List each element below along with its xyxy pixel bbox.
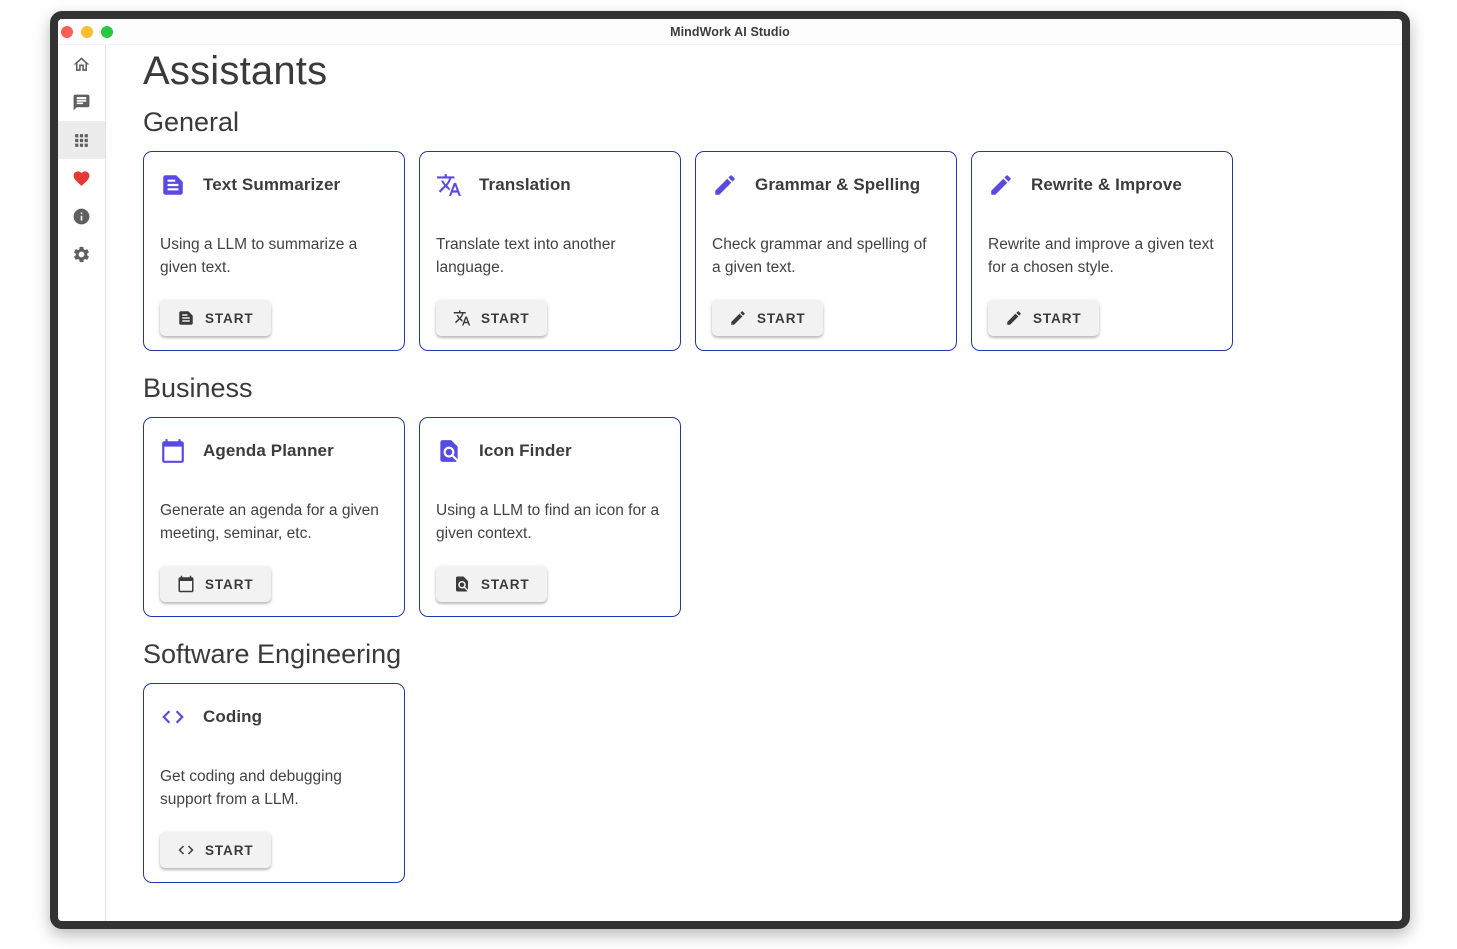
zoom-button[interactable] <box>101 26 113 38</box>
sidebar-item-about[interactable] <box>58 197 105 235</box>
section-general: General Text Summarizer Using a LLM to sum… <box>143 105 1382 351</box>
card-header: Translation <box>436 172 664 198</box>
find-in-page-icon <box>453 575 471 593</box>
start-button-label: START <box>757 311 806 326</box>
start-button-label: START <box>205 577 254 592</box>
start-rewrite-improve-button[interactable]: START <box>988 300 1099 336</box>
edit-icon <box>988 172 1014 198</box>
edit-icon <box>712 172 738 198</box>
apps-icon <box>72 131 91 150</box>
start-text-summarizer-button[interactable]: START <box>160 300 271 336</box>
info-icon <box>72 207 91 226</box>
card-header: Grammar & Spelling <box>712 172 940 198</box>
card-description: Using a LLM to find an icon for a given … <box>436 499 664 545</box>
start-button-label: START <box>205 843 254 858</box>
translate-icon <box>436 172 462 198</box>
text-snippet-icon <box>177 309 195 327</box>
card-header: Icon Finder <box>436 438 664 464</box>
card-agenda-planner: Agenda Planner Generate an agenda for a g… <box>143 417 405 617</box>
card-grammar-spelling: Grammar & Spelling Check grammar and spel… <box>695 151 957 351</box>
sidebar-item-chats[interactable] <box>58 83 105 121</box>
calendar-icon <box>177 575 195 593</box>
card-coding: Coding Get coding and debugging support f… <box>143 683 405 883</box>
section-title: Software Engineering <box>143 637 1382 671</box>
start-button-label: START <box>1033 311 1082 326</box>
home-icon <box>72 55 91 74</box>
card-description: Using a LLM to summarize a given text. <box>160 233 388 279</box>
card-icon-finder: Icon Finder Using a LLM to find an icon f… <box>419 417 681 617</box>
start-grammar-spelling-button[interactable]: START <box>712 300 823 336</box>
window-controls <box>58 26 113 38</box>
minimize-button[interactable] <box>81 26 93 38</box>
card-title: Translation <box>479 175 571 195</box>
sidebar-item-favorites[interactable] <box>58 159 105 197</box>
start-agenda-planner-button[interactable]: START <box>160 566 271 602</box>
card-header: Text Summarizer <box>160 172 388 198</box>
start-translation-button[interactable]: START <box>436 300 547 336</box>
page-title: Assistants <box>143 47 1382 95</box>
code-icon <box>177 841 195 859</box>
main-content: Assistants General Text Summarizer Using a… <box>106 45 1402 921</box>
window-title: MindWork AI Studio <box>58 25 1402 39</box>
calendar-icon <box>160 438 186 464</box>
section-software-engineering: Software Engineering Coding Get coding and… <box>143 637 1382 883</box>
card-description: Check grammar and spelling of a given te… <box>712 233 940 279</box>
text-snippet-icon <box>160 172 186 198</box>
card-description: Translate text into another language. <box>436 233 664 279</box>
card-title: Rewrite & Improve <box>1031 175 1182 195</box>
heart-icon <box>72 169 91 188</box>
start-coding-button[interactable]: START <box>160 832 271 868</box>
titlebar: MindWork AI Studio <box>58 19 1402 45</box>
start-button-label: START <box>205 311 254 326</box>
card-header: Rewrite & Improve <box>988 172 1216 198</box>
app-window: MindWork AI Studio Assistants General Tex… <box>50 11 1410 929</box>
section-business: Business Agenda Planner Generate an agenda… <box>143 371 1382 617</box>
gear-icon <box>72 245 91 264</box>
close-button[interactable] <box>61 26 73 38</box>
card-rewrite-improve: Rewrite & Improve Rewrite and improve a g… <box>971 151 1233 351</box>
card-title: Grammar & Spelling <box>755 175 920 195</box>
card-title: Agenda Planner <box>203 441 334 461</box>
code-icon <box>160 704 186 730</box>
section-title: Business <box>143 371 1382 405</box>
card-text-summarizer: Text Summarizer Using a LLM to summarize … <box>143 151 405 351</box>
sidebar-item-assistants[interactable] <box>58 121 105 159</box>
find-in-page-icon <box>436 438 462 464</box>
edit-icon <box>1005 309 1023 327</box>
translate-icon <box>453 309 471 327</box>
card-title: Icon Finder <box>479 441 572 461</box>
card-header: Agenda Planner <box>160 438 388 464</box>
edit-icon <box>729 309 747 327</box>
card-header: Coding <box>160 704 388 730</box>
card-title: Coding <box>203 707 262 727</box>
start-button-label: START <box>481 577 530 592</box>
sidebar-item-settings[interactable] <box>58 235 105 273</box>
sidebar-item-home[interactable] <box>58 45 105 83</box>
sidebar <box>58 45 106 921</box>
card-description: Generate an agenda for a given meeting, … <box>160 499 388 545</box>
section-title: General <box>143 105 1382 139</box>
card-translation: Translation Translate text into another l… <box>419 151 681 351</box>
start-icon-finder-button[interactable]: START <box>436 566 547 602</box>
start-button-label: START <box>481 311 530 326</box>
card-description: Get coding and debugging support from a … <box>160 765 388 811</box>
card-title: Text Summarizer <box>203 175 340 195</box>
card-description: Rewrite and improve a given text for a c… <box>988 233 1216 279</box>
chat-icon <box>72 93 91 112</box>
